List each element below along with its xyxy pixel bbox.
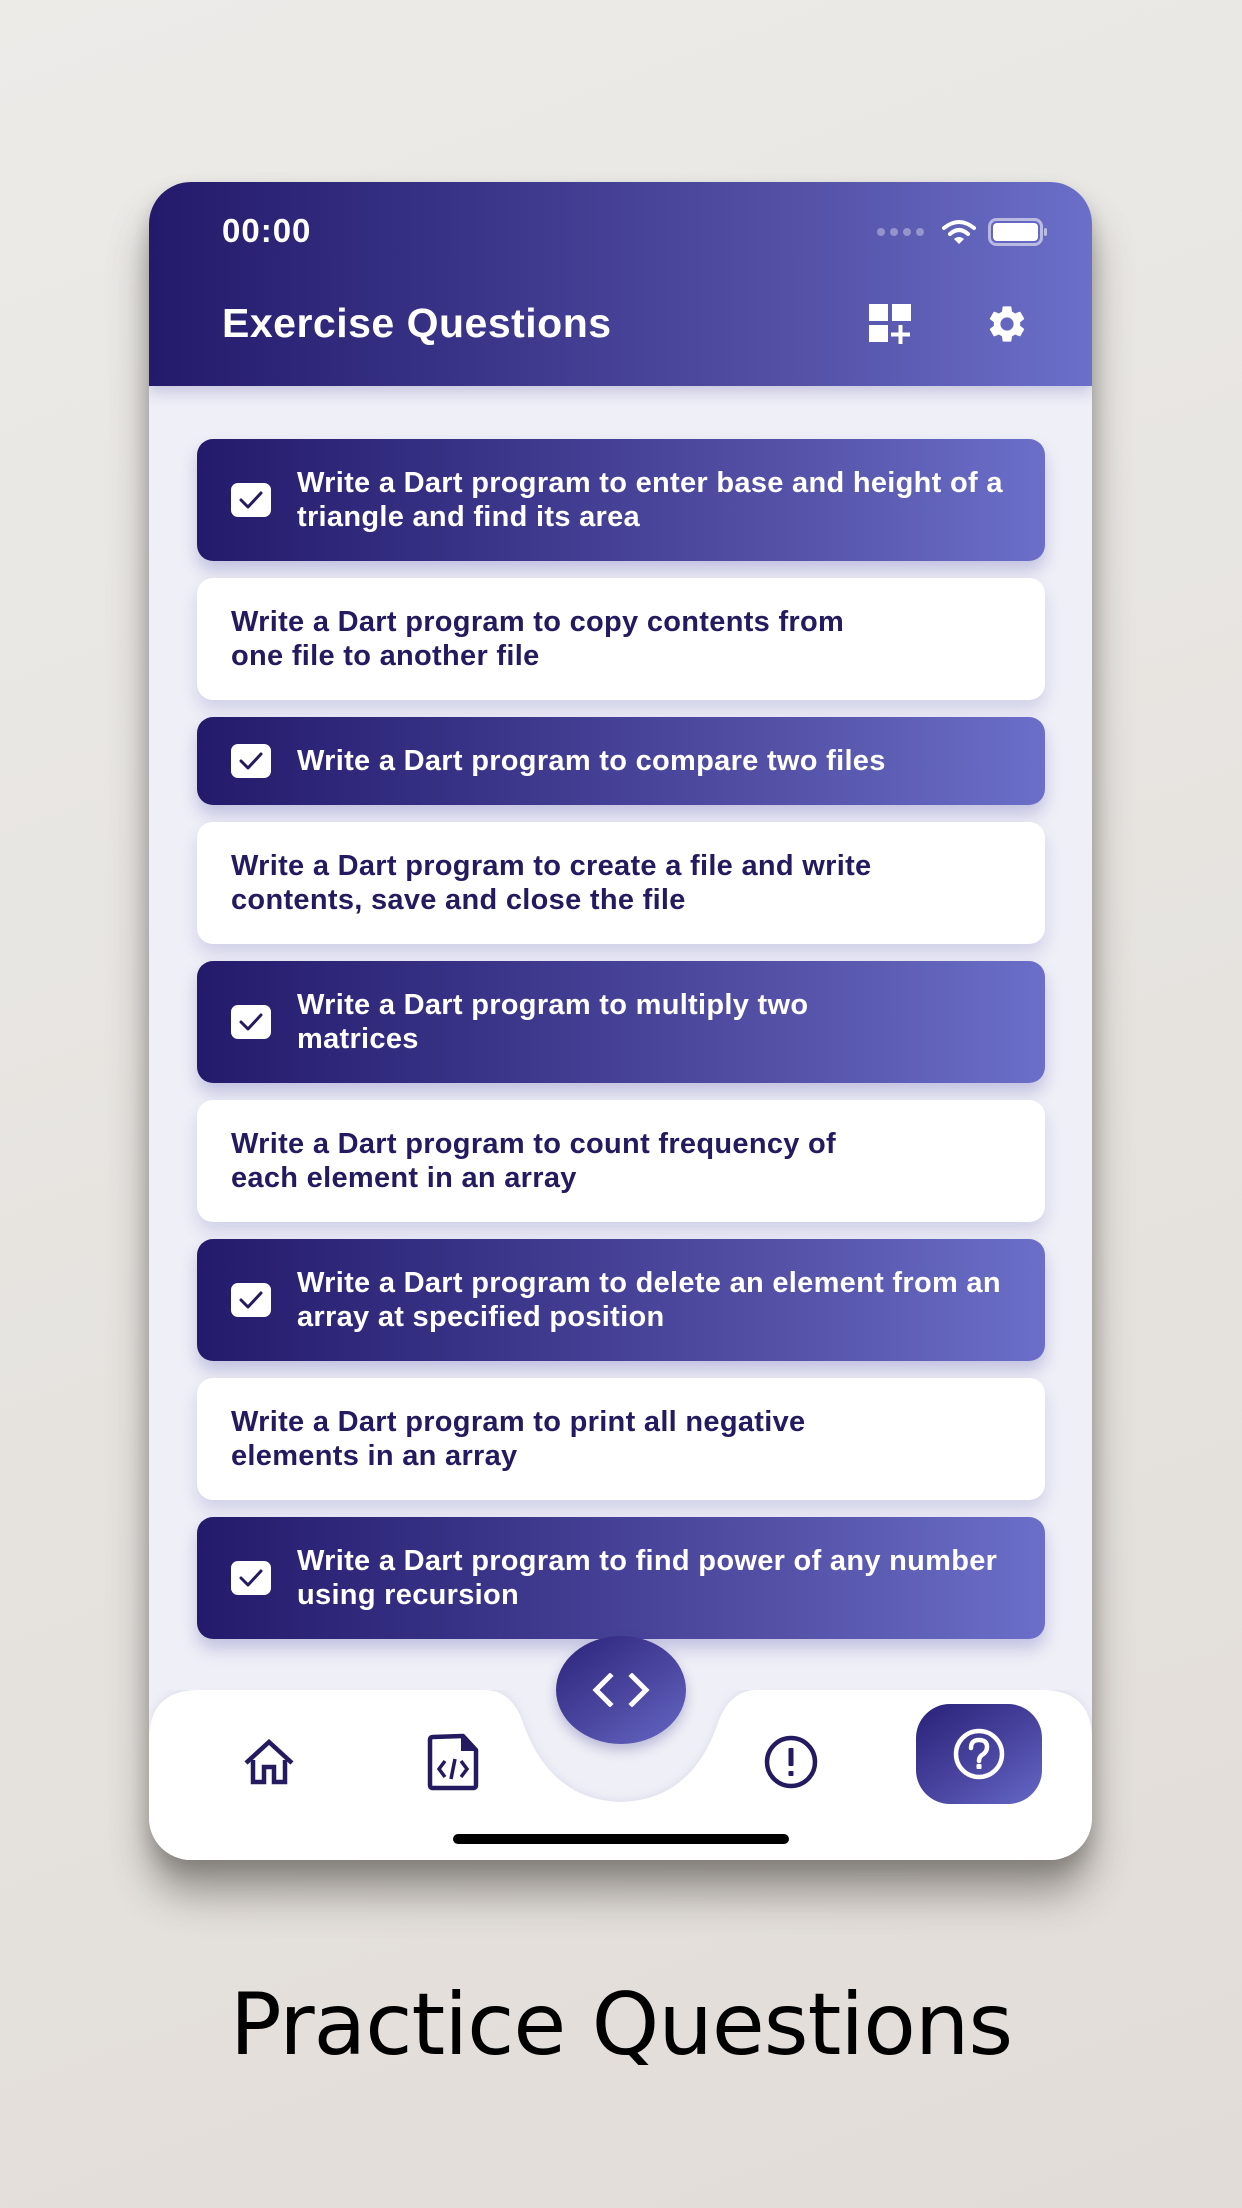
nav-home-button[interactable]: [229, 1722, 309, 1802]
grid-plus-icon: [869, 304, 911, 344]
checkmark-icon: [239, 1013, 263, 1031]
checkbox-checked[interactable]: [231, 1561, 271, 1595]
question-text: Write a Dart program to enter base and h…: [297, 467, 1003, 533]
nav-programs-button[interactable]: [413, 1722, 493, 1802]
promo-caption: Practice Questions: [229, 1975, 1013, 2075]
question-text: Write a Dart program to delete an elemen…: [297, 1267, 1001, 1333]
question-text: Write a Dart program to create a file an…: [231, 850, 872, 916]
question-card[interactable]: Write a Dart program to create a file an…: [197, 822, 1045, 944]
checkbox-checked[interactable]: [231, 1283, 271, 1317]
question-card[interactable]: Write a Dart program to find power of an…: [197, 1517, 1045, 1639]
question-card[interactable]: Write a Dart program to multiply two mat…: [197, 961, 1045, 1083]
question-circle-icon: [953, 1728, 1005, 1780]
question-text: Write a Dart program to copy contents fr…: [231, 606, 845, 672]
checkbox-checked[interactable]: [231, 483, 271, 517]
question-text: Write a Dart program to multiply two mat…: [297, 989, 809, 1055]
add-widget-button[interactable]: [867, 300, 915, 348]
question-card[interactable]: Write a Dart program to copy contents fr…: [197, 578, 1045, 700]
status-icons: [877, 218, 1048, 246]
question-card[interactable]: Write a Dart program to enter base and h…: [197, 439, 1045, 561]
question-text: Write a Dart program to print all negati…: [231, 1406, 806, 1472]
nav-questions-button-active[interactable]: [916, 1704, 1042, 1804]
exclamation-circle-icon: [764, 1735, 818, 1789]
checkbox-checked[interactable]: [231, 744, 271, 778]
wifi-icon: [942, 220, 976, 244]
question-card[interactable]: Write a Dart program to compare two file…: [197, 717, 1045, 805]
question-list: Write a Dart program to enter base and h…: [197, 439, 1045, 1656]
question-card[interactable]: Write a Dart program to count frequency …: [197, 1100, 1045, 1222]
app-header: 00:00 Exercise Questions: [149, 182, 1092, 386]
code-fab-button[interactable]: [556, 1636, 686, 1744]
checkmark-icon: [239, 1291, 263, 1309]
page-title: Exercise Questions: [222, 300, 612, 346]
gear-icon: [989, 306, 1025, 342]
question-card[interactable]: Write a Dart program to print all negati…: [197, 1378, 1045, 1500]
question-text: Write a Dart program to count frequency …: [231, 1128, 837, 1194]
code-file-icon: [427, 1733, 479, 1791]
checkmark-icon: [239, 752, 263, 770]
question-text: Write a Dart program to find power of an…: [297, 1545, 998, 1611]
settings-button[interactable]: [983, 300, 1031, 348]
question-text: Write a Dart program to compare two file…: [297, 745, 886, 777]
phone-frame: 00:00 Exercise Questions Write a Dart pr…: [149, 182, 1092, 1860]
code-brackets-icon: [592, 1673, 650, 1707]
home-icon: [244, 1739, 294, 1785]
home-indicator[interactable]: [453, 1834, 789, 1844]
checkmark-icon: [239, 1569, 263, 1587]
nav-info-button[interactable]: [751, 1722, 831, 1802]
checkmark-icon: [239, 491, 263, 509]
battery-icon: [988, 218, 1047, 246]
checkbox-checked[interactable]: [231, 1005, 271, 1039]
status-time: 00:00: [222, 212, 312, 249]
signal-dots-icon: [877, 228, 924, 236]
question-card[interactable]: Write a Dart program to delete an elemen…: [197, 1239, 1045, 1361]
